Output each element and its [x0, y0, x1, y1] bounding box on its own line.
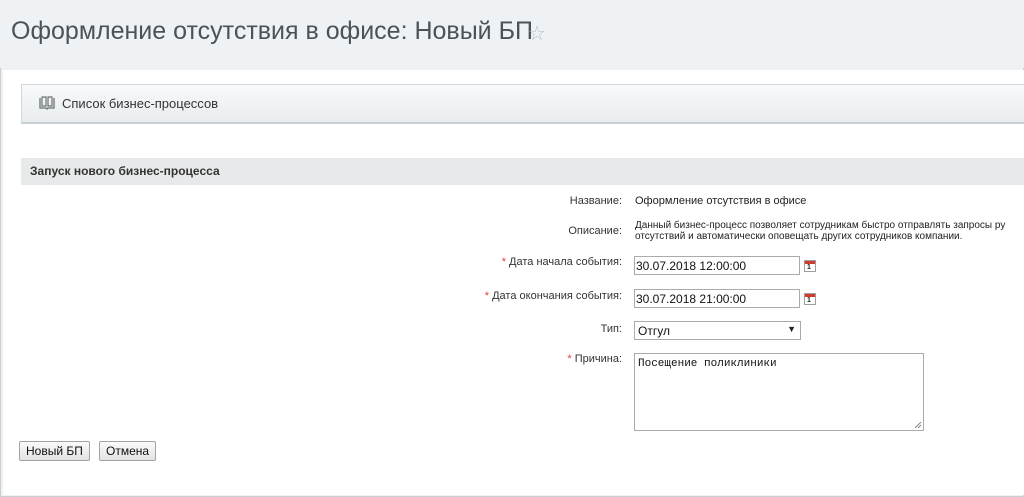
type-select[interactable]: Отгул ▼ [634, 321, 801, 340]
description-label: Описание: [568, 225, 622, 237]
type-label: Тип: [600, 323, 622, 335]
end-date-label-text: Дата окончания события: [492, 290, 622, 302]
section-title: Запуск нового бизнес-процесса [21, 158, 1024, 185]
name-value: Оформление отсутствия в офисе [635, 195, 807, 207]
reason-textarea[interactable]: Посещение поликлиники [634, 353, 924, 431]
type-select-value: Отгул [638, 324, 670, 338]
calendar-icon[interactable]: 1 [804, 260, 816, 272]
end-date-input[interactable]: 30.07.2018 21:00:00 [634, 289, 800, 308]
reason-label-text: Причина: [574, 353, 622, 365]
chevron-down-icon: ▼ [787, 324, 796, 334]
bp-list-link[interactable]: Список бизнес-процессов [62, 96, 218, 111]
name-label: Название: [569, 195, 622, 207]
main-content: Список бизнес-процессов Запуск нового би… [3, 70, 1024, 495]
calendar-icon[interactable]: 1 [804, 293, 816, 305]
end-date-label: * Дата окончания события: [485, 290, 622, 302]
start-date-label-text: Дата начала события: [509, 256, 622, 268]
required-mark: * [501, 256, 506, 268]
description-line-2: отсутствий и автоматически оповещать дру… [635, 231, 963, 242]
description-value: Данный бизнес-процесс позволяет сотрудни… [635, 220, 1024, 242]
calendar-icon-day: 1 [807, 297, 811, 304]
new-bp-button[interactable]: Новый БП [19, 441, 90, 461]
resize-grip-icon[interactable] [914, 421, 922, 429]
calendar-icon-day: 1 [807, 264, 811, 271]
book-icon [39, 96, 55, 110]
description-line-1: Данный бизнес-процесс позволяет сотрудни… [635, 220, 1006, 231]
start-date-label: * Дата начала события: [502, 256, 622, 268]
star-icon[interactable]: ☆ [528, 21, 546, 46]
required-mark: * [567, 353, 572, 365]
cancel-button[interactable]: Отмена [99, 441, 157, 461]
start-date-input[interactable]: 30.07.2018 12:00:00 [634, 256, 800, 275]
reason-text: Посещение поликлиники [638, 358, 777, 370]
reason-label: * Причина: [567, 353, 622, 365]
title-bar: Оформление отсутствия в офисе: Новый БП … [0, 0, 1024, 68]
page-title: Оформление отсутствия в офисе: Новый БП [11, 17, 533, 45]
required-mark: * [484, 290, 490, 302]
toolbar: Список бизнес-процессов [21, 84, 1024, 124]
